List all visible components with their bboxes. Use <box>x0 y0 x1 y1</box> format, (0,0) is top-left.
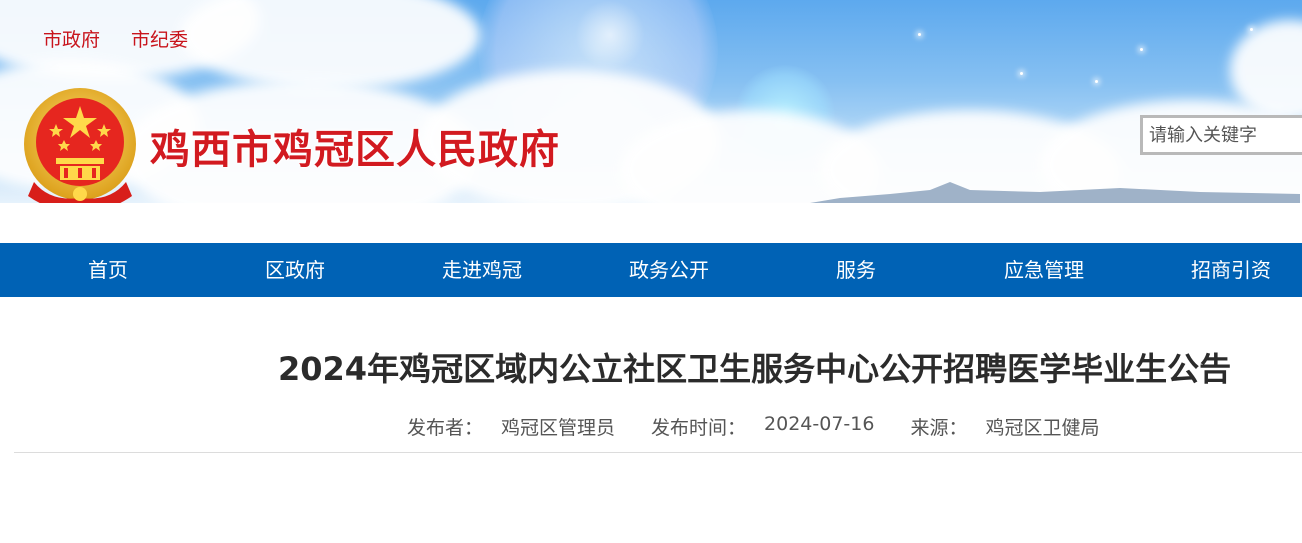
article-meta: 发布者： 鸡冠区管理员 发布时间： 2024-07-16 来源： 鸡冠区卫健局 <box>407 413 1100 440</box>
source-label: 来源： <box>910 417 968 439</box>
publish-time-label: 发布时间： <box>651 417 747 439</box>
header-banner: 市政府 市纪委 鸡西市鸡冠区人民政府 <box>0 0 1302 203</box>
publish-time-value: 2024-07-16 <box>764 413 875 435</box>
nav-item-home[interactable]: 首页 <box>88 243 128 297</box>
nav-item-investment[interactable]: 招商引资 <box>1191 243 1271 297</box>
publisher-value: 鸡冠区管理员 <box>501 417 616 439</box>
main-nav: 首页 区政府 走进鸡冠 政务公开 服务 应急管理 招商引资 <box>0 243 1302 297</box>
search-input[interactable] <box>1140 115 1302 155</box>
nav-item-services[interactable]: 服务 <box>836 243 876 297</box>
link-city-government[interactable]: 市政府 <box>43 25 100 52</box>
sky-bubble <box>575 0 645 70</box>
nav-item-about-jiguan[interactable]: 走进鸡冠 <box>442 243 522 297</box>
nav-item-district-government[interactable]: 区政府 <box>265 243 325 297</box>
star <box>1140 48 1143 51</box>
distant-hills <box>810 182 1300 203</box>
site-title: 鸡西市鸡冠区人民政府 <box>150 126 560 173</box>
national-emblem-icon <box>24 88 136 203</box>
star <box>1020 72 1023 75</box>
publisher-label: 发布者： <box>407 417 484 439</box>
cloud <box>180 0 480 90</box>
top-links: 市政府 市纪委 <box>43 25 188 52</box>
nav-item-government-affairs[interactable]: 政务公开 <box>629 243 709 297</box>
divider <box>14 452 1302 453</box>
link-city-discipline-commission[interactable]: 市纪委 <box>131 25 188 52</box>
nav-item-emergency-management[interactable]: 应急管理 <box>1004 243 1084 297</box>
source-value: 鸡冠区卫健局 <box>985 417 1100 439</box>
star <box>1095 80 1098 83</box>
star <box>918 33 921 36</box>
article-title: 2024年鸡冠区域内公立社区卫生服务中心公开招聘医学毕业生公告 <box>278 350 1232 388</box>
